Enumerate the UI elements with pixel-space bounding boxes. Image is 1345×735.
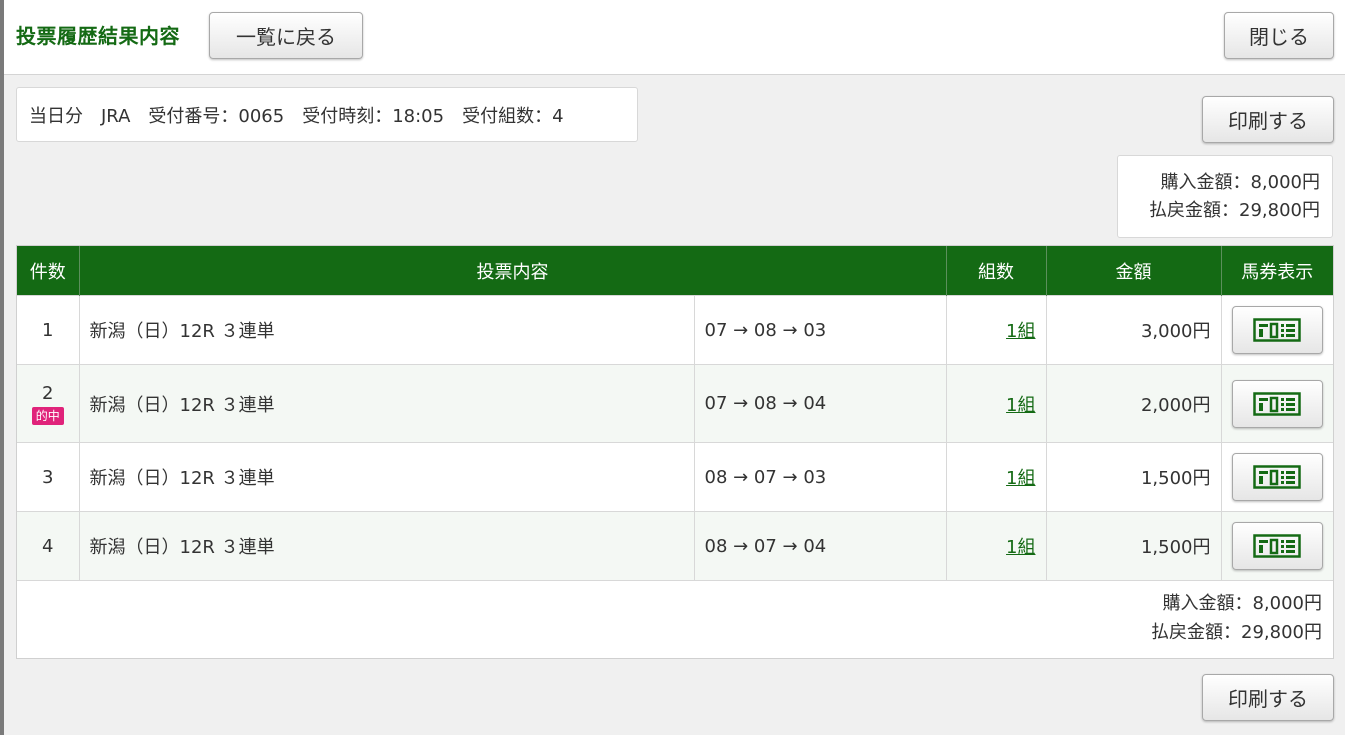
ticket-icon [1253, 318, 1301, 342]
ticket-icon [1253, 391, 1301, 416]
kumi-link[interactable]: 1組 [1006, 537, 1035, 558]
table-row: 3 新潟（日）12R ３連単 08 → 07 → 03 1組 1,500円 [17, 442, 1333, 512]
close-button[interactable]: 閉じる [1224, 12, 1334, 59]
ticket-icon [1253, 534, 1301, 558]
row-combination: 08 → 07 → 04 [694, 511, 947, 581]
row-number-cell: 2 的中 [17, 364, 80, 443]
page-header: 投票履歴結果内容 一覧に戻る 閉じる [4, 0, 1345, 75]
table-footer-row: 購入金額：8,000円 払戻金額：29,800円 [17, 580, 1333, 658]
row-number: 2 [42, 382, 54, 404]
row-combination: 08 → 07 → 03 [694, 442, 947, 512]
ticket-display-button[interactable] [1231, 453, 1323, 501]
summary-box-top: 購入金額：8,000円 払戻金額：29,800円 [1117, 155, 1333, 238]
row-number: 4 [17, 511, 80, 581]
table-row: 1 新潟（日）12R ３連単 07 → 08 → 03 1組 3,000円 [17, 295, 1333, 365]
ticket-display-button[interactable] [1231, 522, 1323, 570]
print-button-top[interactable]: 印刷する [1202, 96, 1334, 143]
page-title: 投票履歴結果内容 [16, 24, 180, 48]
row-amount: 1,500円 [1046, 511, 1222, 581]
table-header-row: 件数 投票内容 組数 金額 馬券表示 [17, 246, 1333, 296]
row-race: 新潟（日）12R ３連単 [79, 364, 695, 443]
kumi-link[interactable]: 1組 [1006, 468, 1035, 489]
back-to-list-button[interactable]: 一覧に戻る [209, 12, 363, 59]
row-race: 新潟（日）12R ３連単 [79, 511, 695, 581]
row-amount: 2,000円 [1046, 364, 1222, 443]
kumi-link[interactable]: 1組 [1006, 321, 1035, 342]
header-content: 投票内容 [79, 246, 947, 296]
row-race: 新潟（日）12R ３連単 [79, 442, 695, 512]
ticket-display-button[interactable] [1231, 379, 1323, 428]
purchase-amount: 購入金額：8,000円 [1160, 172, 1320, 193]
header-ticket: 馬券表示 [1221, 246, 1333, 296]
row-combination: 07 → 08 → 04 [694, 364, 947, 443]
row-race: 新潟（日）12R ３連単 [79, 295, 695, 365]
purchase-amount: 購入金額：8,000円 [1162, 593, 1322, 614]
row-number: 3 [17, 442, 80, 512]
hit-badge: 的中 [31, 406, 64, 425]
row-amount: 3,000円 [1046, 295, 1222, 365]
row-number: 1 [17, 295, 80, 365]
refund-amount: 払戻金額：29,800円 [1149, 200, 1320, 221]
ticket-icon [1253, 465, 1301, 489]
window-left-edge [0, 0, 4, 735]
ticket-display-button[interactable] [1231, 306, 1323, 354]
refund-amount: 払戻金額：29,800円 [1151, 622, 1322, 643]
header-kumi: 組数 [946, 246, 1047, 296]
table-row: 4 新潟（日）12R ３連単 08 → 07 → 04 1組 1,500円 [17, 511, 1333, 581]
bet-table: 件数 投票内容 組数 金額 馬券表示 1 新潟（日）12R ３連単 07 → 0… [16, 245, 1334, 659]
header-amount: 金額 [1046, 246, 1222, 296]
kumi-link[interactable]: 1組 [1006, 395, 1035, 416]
receipt-info: 当日分 JRA 受付番号：0065 受付時刻：18:05 受付組数：4 [16, 87, 638, 142]
summary-footer: 購入金額：8,000円 払戻金額：29,800円 [17, 580, 1333, 658]
row-amount: 1,500円 [1046, 442, 1222, 512]
print-button-bottom[interactable]: 印刷する [1202, 674, 1334, 721]
row-combination: 07 → 08 → 03 [694, 295, 947, 365]
table-row: 2 的中 新潟（日）12R ３連単 07 → 08 → 04 1組 2,000円 [17, 364, 1333, 443]
header-count: 件数 [17, 246, 80, 296]
